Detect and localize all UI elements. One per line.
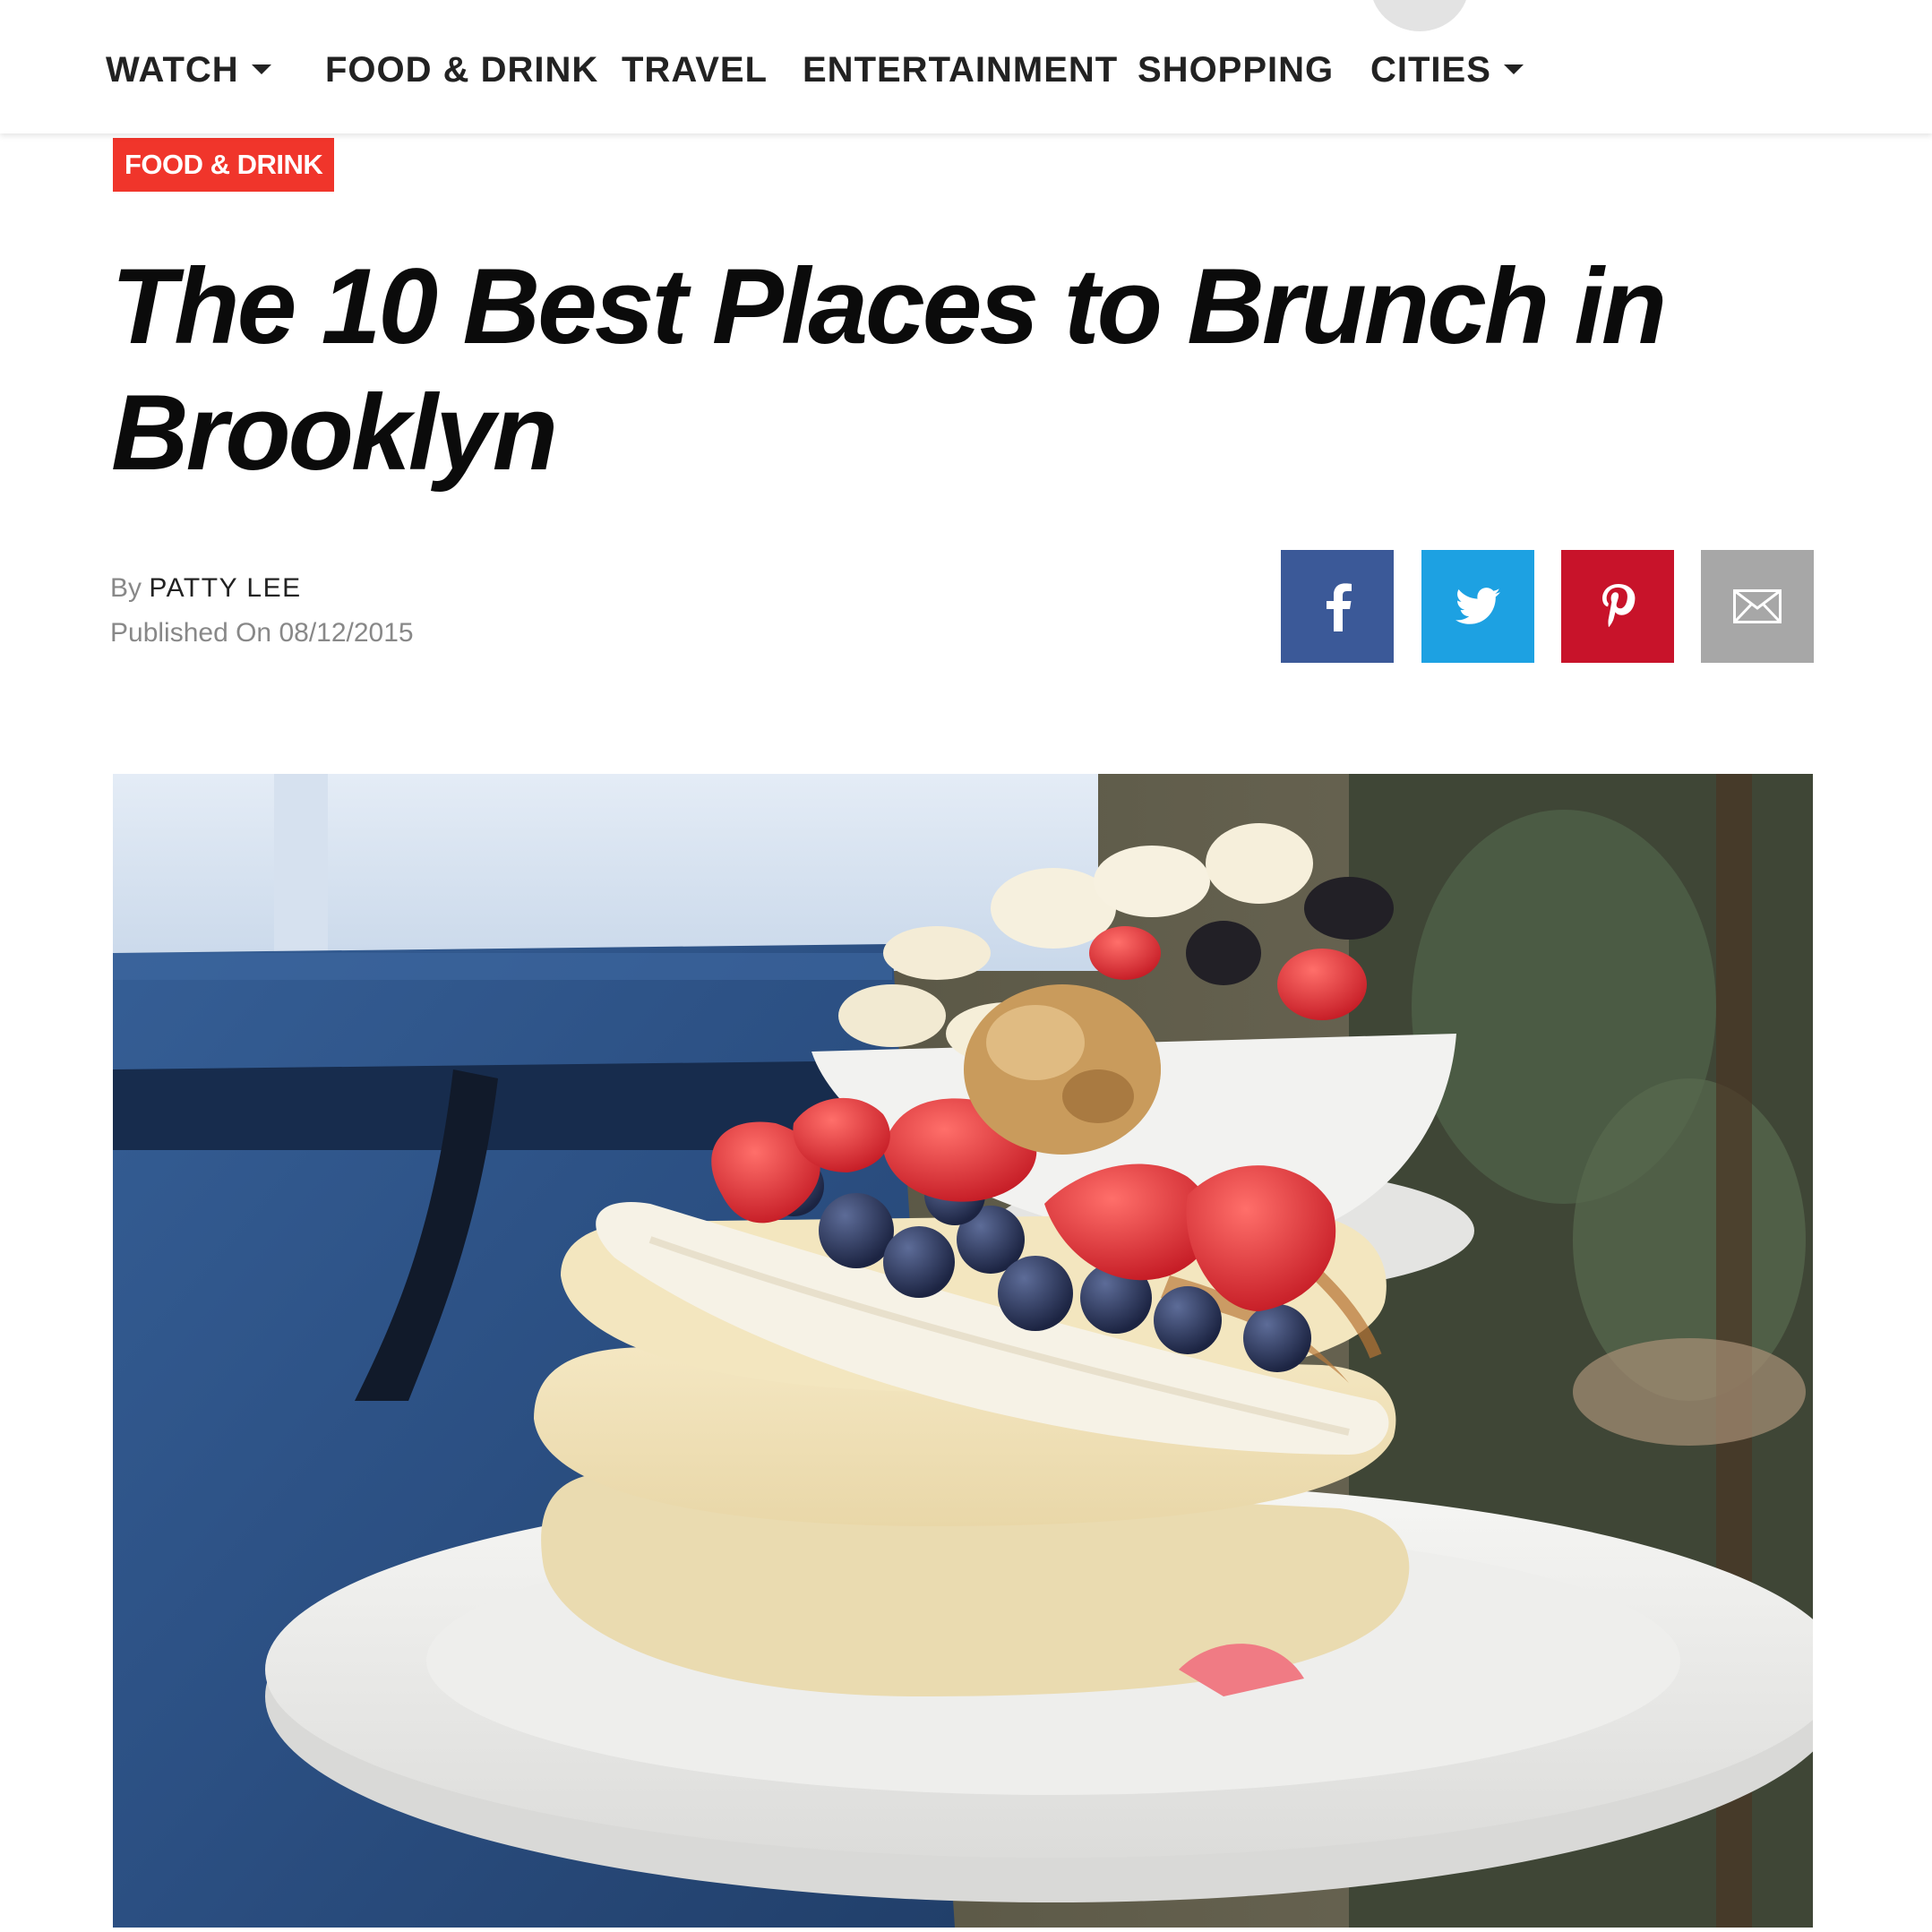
nav-item-watch[interactable]: WATCH — [106, 49, 271, 90]
share-facebook-button[interactable] — [1281, 550, 1394, 663]
share-pinterest-button[interactable] — [1561, 550, 1674, 663]
nav-item-label: CITIES — [1370, 50, 1491, 90]
nav-item-label: SHOPPING — [1138, 50, 1335, 90]
nav-item-label: WATCH — [106, 50, 239, 90]
chevron-down-icon — [251, 64, 271, 74]
nav-item-label: FOOD & DRINK — [325, 50, 599, 90]
twitter-icon — [1455, 588, 1500, 624]
nav-item-cities[interactable]: CITIES — [1370, 49, 1524, 90]
nav-item-food-drink[interactable]: FOOD & DRINK — [325, 49, 598, 90]
nav-item-label: TRAVEL — [622, 50, 769, 90]
article-title: The 10 Best Places to Brunch in Brooklyn — [111, 246, 1667, 493]
hero-image — [113, 774, 1813, 1928]
nav-item-travel[interactable]: TRAVEL — [622, 49, 768, 90]
hero-photo — [113, 774, 1813, 1928]
author-link[interactable]: PATTY LEE — [149, 573, 301, 603]
nav-item-entertainment[interactable]: ENTERTAINMENT — [803, 49, 1118, 90]
share-email-button[interactable] — [1701, 550, 1814, 663]
email-icon — [1733, 589, 1782, 623]
published-date: Published On 08/12/2015 — [110, 618, 414, 648]
nav-item-shopping[interactable]: SHOPPING — [1138, 49, 1334, 90]
category-badge[interactable]: FOOD & DRINK — [113, 138, 335, 192]
nav-search-circle[interactable] — [1370, 0, 1469, 31]
chevron-down-icon — [1503, 64, 1524, 74]
share-twitter-button[interactable] — [1421, 550, 1534, 663]
facebook-icon — [1327, 583, 1352, 631]
top-navigation: WATCH FOOD & DRINK TRAVEL ENTERTAINMENT … — [0, 0, 1932, 133]
nav-item-label: ENTERTAINMENT — [803, 50, 1119, 90]
pinterest-icon — [1602, 584, 1636, 627]
byline: By PATTY LEE — [110, 573, 302, 604]
byline-prefix: By — [110, 573, 142, 603]
